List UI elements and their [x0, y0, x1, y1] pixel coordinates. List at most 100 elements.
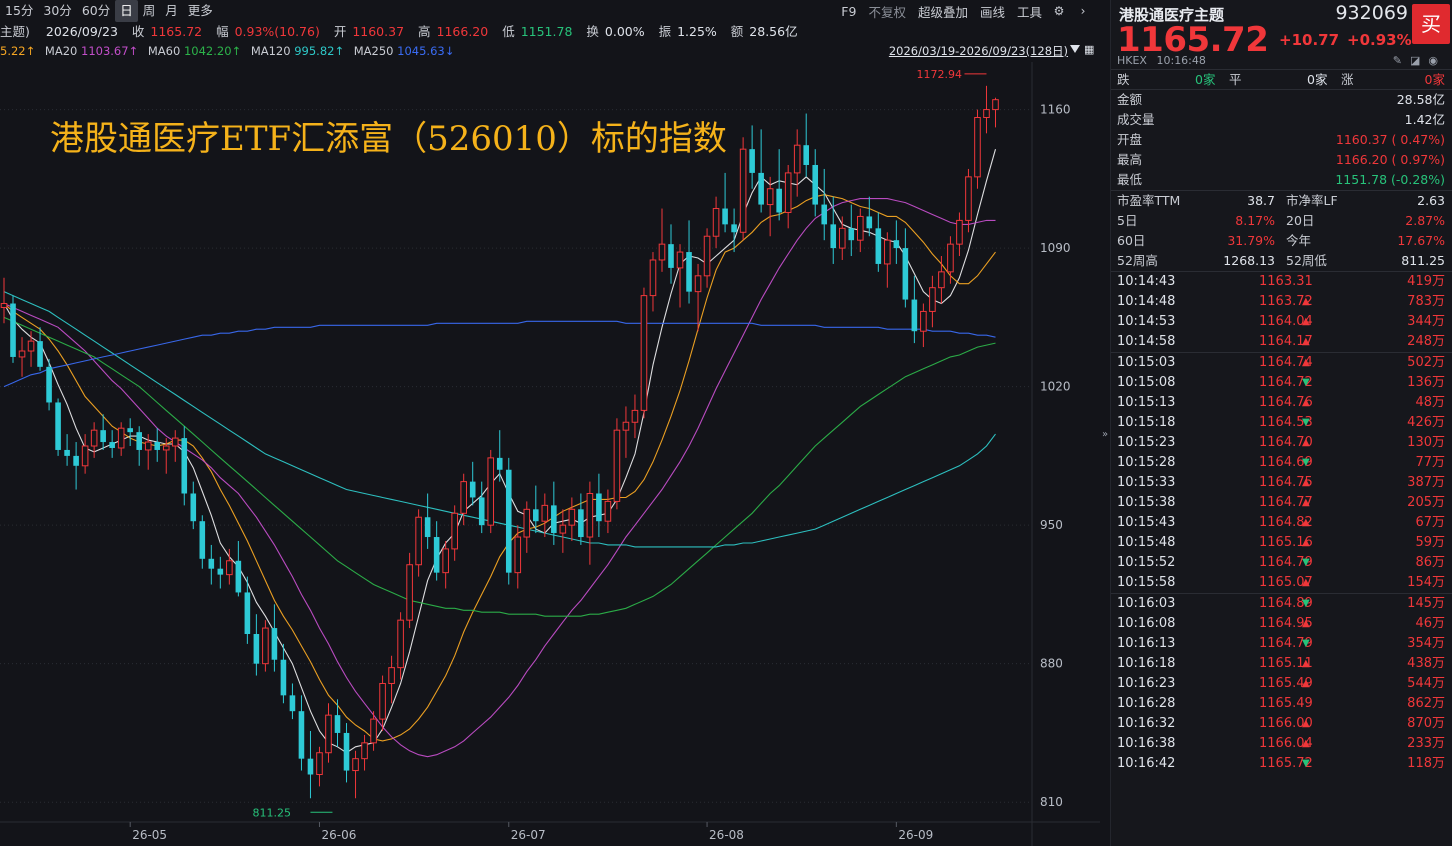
tick-row: 10:16:18 1165.11 ▲ 438万: [1111, 654, 1452, 674]
candle-body-up: [262, 627, 269, 665]
period-30m[interactable]: 30分: [38, 0, 76, 22]
candle-body-down: [208, 558, 215, 569]
tick-time: 10:16:08: [1117, 616, 1176, 631]
pair-52w: 52周高 1268.13 52周低 811.25: [1111, 251, 1452, 271]
tick-time: 10:14:48: [1117, 294, 1176, 309]
period-more[interactable]: 更多: [183, 0, 218, 22]
edit-icon[interactable]: ✎: [1393, 54, 1410, 67]
tick-time: 10:16:18: [1117, 656, 1176, 671]
toggle-icon[interactable]: ◪: [1410, 54, 1428, 67]
alert-icon[interactable]: ◉: [1428, 54, 1446, 67]
tick-row: 10:16:28 1165.49 862万: [1111, 694, 1452, 714]
tool-bar-right: F9 不复权 超级叠加 画线 工具 ⚙ ›: [829, 0, 1090, 22]
arrow-up-icon: ▲: [1302, 537, 1310, 548]
tick-time: 10:15:28: [1117, 455, 1176, 470]
pair-value: 2.87%: [1405, 213, 1445, 228]
range-dropdown-icon[interactable]: [1070, 45, 1080, 53]
tick-time: 10:15:13: [1117, 395, 1176, 410]
buy-button[interactable]: 买: [1412, 4, 1450, 44]
candle-body-down: [424, 517, 431, 538]
candle-body-up: [451, 512, 458, 550]
stat-value: 1166.20 ( 0.97%): [1335, 152, 1445, 167]
tick-time: 10:15:08: [1117, 375, 1176, 390]
tick-volume: 862万: [1407, 696, 1445, 711]
close-value: 1165.72: [150, 24, 203, 39]
arrow-up-icon: ▲: [1302, 658, 1310, 669]
tick-row: 10:16:23 1165.49 ▲ 544万: [1111, 674, 1452, 694]
candlestick-chart[interactable]: 810 880 950 1020 1090 1160 26-05 26-06 26-07 26-0…: [0, 62, 1100, 846]
candle-body-down: [803, 145, 810, 165]
pair-60d-ytd: 60日 31.79% 今年 17.67%: [1111, 231, 1452, 251]
candle-body-up: [144, 441, 152, 451]
pair-value: 8.17%: [1235, 213, 1275, 228]
y-tick-label: 1090: [1040, 241, 1071, 255]
close-label: 收: [131, 24, 145, 39]
tick-time: 10:15:43: [1117, 515, 1176, 530]
pair-label: 52周高: [1117, 253, 1158, 268]
chart-area[interactable]: 15分 30分 60分 日 周 月 更多 F9 不复权 超级叠加 画线 工具 ⚙…: [0, 0, 1100, 846]
period-day[interactable]: 日: [115, 0, 138, 22]
candle-body-up: [640, 295, 648, 411]
tick-list[interactable]: 10:14:43 1163.31 419万 10:14:48 1163.72 ▲ 783万 1…: [1111, 272, 1452, 774]
flat-label: 平: [1229, 72, 1242, 87]
tick-row: 10:15:23 1164.70 ▲ 130万: [1111, 433, 1452, 453]
tools-button[interactable]: 工具: [1017, 2, 1042, 21]
period-week[interactable]: 周: [138, 0, 161, 22]
candle-body-up: [703, 235, 711, 277]
tick-volume: 136万: [1407, 375, 1445, 390]
candle-body-up: [983, 109, 990, 118]
tick-row: 10:15:08 1164.72 ▼ 136万: [1111, 373, 1452, 393]
stat-label: 开盘: [1117, 132, 1143, 147]
candle-body-down: [551, 505, 557, 534]
tick-volume: 130万: [1407, 435, 1445, 450]
candle-body-up: [658, 243, 666, 261]
arrow-up-icon: ▲: [1302, 477, 1310, 488]
down-count: 0家: [1195, 72, 1216, 87]
pair-value: 2.63: [1417, 193, 1445, 208]
period-15m[interactable]: 15分: [0, 0, 38, 22]
candle-body-down: [109, 442, 115, 448]
pair-value: 1268.13: [1223, 253, 1275, 268]
calendar-icon[interactable]: ▦: [1084, 44, 1096, 56]
period-60m[interactable]: 60分: [77, 0, 115, 22]
candle-body-up: [415, 516, 422, 566]
chevron-right-icon[interactable]: ›: [1076, 4, 1090, 18]
candle-body-up: [90, 429, 98, 447]
overlay-button[interactable]: 超级叠加: [918, 2, 968, 21]
settings-gear-icon[interactable]: ⚙: [1052, 4, 1066, 18]
ma250-label: MA250: [353, 44, 394, 58]
stat-low: 最低 1151.78 (-0.28%): [1111, 170, 1452, 190]
tick-row: 10:15:58 1165.07 ▲ 154万: [1111, 573, 1452, 593]
collapse-panel-icon[interactable]: »: [1100, 420, 1110, 450]
draw-button[interactable]: 画线: [980, 2, 1005, 21]
tick-row: 10:14:48 1163.72 ▲ 783万: [1111, 292, 1452, 312]
candle-body-up: [920, 310, 927, 332]
period-month[interactable]: 月: [160, 0, 183, 22]
candle-body-up: [442, 548, 449, 574]
f9-button[interactable]: F9: [841, 4, 856, 19]
candle-body-down: [830, 224, 837, 249]
candle-body-down: [181, 438, 188, 494]
candle-body-up: [406, 564, 413, 621]
candle-body-up: [316, 752, 323, 776]
candle-body-up: [27, 340, 35, 352]
adjust-button[interactable]: 不复权: [868, 2, 906, 21]
candle-body-down: [46, 366, 52, 403]
candle-body-up: [838, 227, 846, 249]
tick-volume: 419万: [1407, 274, 1445, 289]
ma120-label: MA120: [250, 44, 291, 58]
price-change: +10.77: [1279, 31, 1340, 49]
candle-body-down: [496, 457, 503, 470]
candle-body-up: [938, 271, 945, 289]
candle-body-up: [974, 116, 981, 178]
tick-volume: 426万: [1407, 415, 1445, 430]
pair-label: 今年: [1286, 233, 1312, 248]
candle-body-up: [226, 560, 233, 576]
candle-body-up: [947, 243, 954, 273]
tick-time: 10:15:23: [1117, 435, 1176, 450]
up-label: 涨: [1341, 72, 1354, 87]
arrow-down-icon: ▼: [1302, 598, 1310, 609]
ma250-value: 1045.63↓: [397, 44, 455, 58]
date-range-label[interactable]: 2026/03/19-2026/09/23(128日): [889, 42, 1068, 60]
price-change-pct: +0.93%: [1347, 31, 1412, 49]
